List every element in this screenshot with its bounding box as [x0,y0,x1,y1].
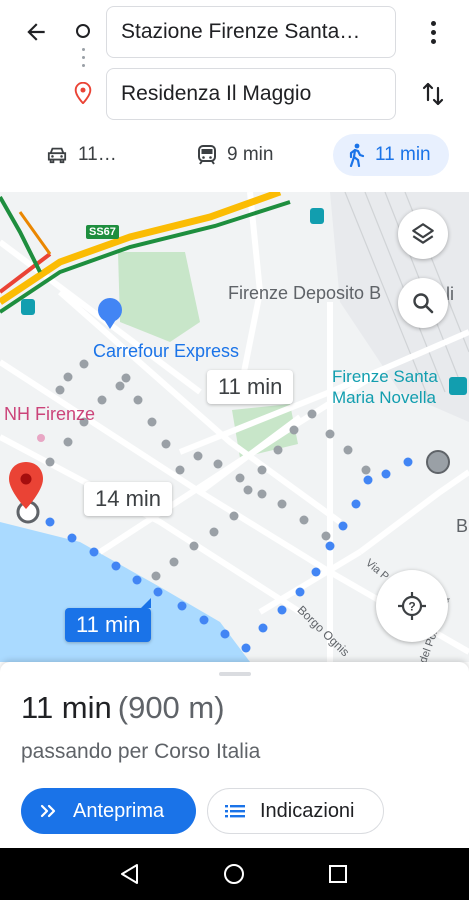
map-label-station-line1[interactable]: Firenze Santa [332,367,438,387]
route-connector-dots [82,48,85,74]
destination-field[interactable]: Residenza Il Maggio [106,68,396,120]
origin-circle-icon [76,24,90,38]
layers-button[interactable] [398,209,448,259]
route-distance: (900 m) [117,690,225,725]
route-summary: 11 min (900 m) [21,690,225,726]
origin-field[interactable]: Stazione Firenze Santa… [106,6,396,58]
double-chevron-icon [40,804,56,818]
triangle-back-icon [121,864,138,884]
sheet-drag-handle[interactable] [219,672,251,676]
tab-walk[interactable]: 11 min [333,134,449,176]
route-summary-sheet: 11 min (900 m) passando per Corso Italia … [0,662,469,848]
route-duration: 11 min [21,690,112,725]
map-label-carrefour[interactable]: Carrefour Express [93,341,239,362]
preview-button[interactable]: Anteprima [21,788,196,834]
my-location-button[interactable]: ? [376,570,448,642]
circle-home-icon [224,864,244,884]
map-view[interactable]: SS67 Firenze Deposito B li Carrefour Exp… [0,192,469,662]
tab-walk-label: 11 min [375,144,431,165]
map-label-edge: B [456,516,469,536]
map-label-deposito[interactable]: Firenze Deposito B [228,283,381,304]
route-time-selected[interactable]: 11 min [65,598,152,642]
train-icon [198,145,216,165]
route-time-alt-2[interactable]: 14 min [84,482,173,516]
svg-text:?: ? [408,600,415,614]
road-shield-label: SS67 [86,225,119,239]
route-time-alt-1[interactable]: 11 min [207,370,294,404]
location-unknown-icon: ? [398,592,426,620]
map-label-station-line2[interactable]: Maria Novella [332,388,436,408]
preview-button-label: Anteprima [73,799,165,822]
destination-field-value: Residenza Il Maggio [121,82,312,105]
map-label-nh-firenze[interactable]: NH Firenze [4,404,95,425]
search-icon [413,293,434,314]
car-icon [47,147,67,164]
back-button[interactable] [18,14,54,50]
system-recents-button[interactable] [323,860,353,888]
walk-icon [349,143,365,167]
swap-arrows-icon [422,82,444,106]
list-icon [225,805,245,818]
directions-header: Stazione Firenze Santa… Residenza Il Mag… [0,0,469,192]
back-arrow-icon [27,23,45,41]
square-recents-icon [329,865,347,883]
layers-icon [412,223,434,244]
tab-car-label: 11… [78,144,117,165]
directions-list-button[interactable]: Indicazioni [207,788,384,834]
route-via: passando per Corso Italia [21,740,261,763]
tab-transit-label: 9 min [227,144,274,165]
swap-locations-button[interactable] [416,76,450,112]
search-along-route-button[interactable] [398,278,448,328]
system-home-button[interactable] [219,860,249,888]
destination-pin-icon [74,81,92,109]
travel-mode-tabs: 11… 9 min 11 min [0,134,469,178]
more-options-button[interactable] [418,14,448,50]
tab-transit[interactable]: 9 min [183,134,287,176]
directions-list-button-label: Indicazioni [260,799,355,822]
origin-field-value: Stazione Firenze Santa… [121,20,361,43]
tab-car[interactable]: 11… [32,134,131,176]
system-navigation-bar [0,848,469,900]
system-back-button[interactable] [115,860,145,888]
